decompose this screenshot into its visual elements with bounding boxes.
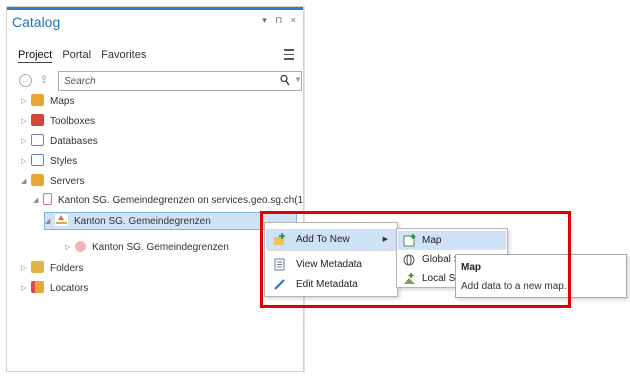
tab-portal[interactable]: Portal	[62, 49, 91, 61]
tree-item-label: Locators	[50, 283, 89, 294]
database-icon	[31, 134, 44, 146]
search-icon[interactable]	[280, 74, 290, 87]
expand-icon[interactable]: ▷	[21, 280, 31, 298]
expand-icon[interactable]: ▷	[21, 153, 31, 171]
expand-icon[interactable]: ▷	[21, 133, 31, 151]
service-connection-icon	[43, 193, 52, 205]
tree-item-label: Folders	[50, 263, 84, 274]
collapse-icon[interactable]: ◢	[45, 213, 55, 231]
expand-icon[interactable]: ▷	[21, 260, 31, 278]
tree-item-folders[interactable]: ▷ Folders	[21, 260, 83, 278]
catalog-tabs: Project Portal Favorites	[18, 49, 153, 63]
tree-item-databases[interactable]: ▷ Databases	[21, 133, 98, 151]
pane-title: Catalog	[12, 14, 61, 30]
back-icon[interactable]: ←	[19, 74, 32, 87]
folder-icon	[31, 261, 44, 273]
sublayer-icon	[75, 241, 86, 252]
tree-item-label: Kanton SG. Gemeindegrenzen	[74, 216, 211, 227]
pane-splitter[interactable]	[304, 6, 305, 372]
expand-icon[interactable]: ▷	[21, 113, 31, 131]
styles-icon	[31, 154, 44, 166]
locators-icon	[31, 281, 44, 293]
collapse-icon[interactable]: ◢	[33, 192, 43, 210]
maps-icon	[31, 94, 44, 106]
pane-window-controls[interactable]: ▾ ⊓ ×	[262, 15, 299, 26]
highlight-annotation-box	[260, 211, 571, 308]
tree-item-label: Kanton SG. Gemeindegrenzen	[92, 242, 229, 253]
tree-item-label: Databases	[50, 136, 98, 147]
pane-titlebar: Catalog ▾ ⊓ ×	[7, 7, 303, 32]
tree-item-sublayer[interactable]: ▷ Kanton SG. Gemeindegrenzen	[65, 239, 229, 257]
search-input[interactable]	[64, 74, 264, 88]
tree-item-toolboxes[interactable]: ▷ Toolboxes	[21, 113, 95, 131]
catalog-pane: Catalog ▾ ⊓ × Project Portal Favorites ←…	[6, 6, 304, 372]
up-folder-icon[interactable]: ⇪	[37, 74, 51, 87]
collapse-icon[interactable]: ◢	[21, 173, 31, 191]
tree-item-servers[interactable]: ◢ Servers	[21, 173, 84, 191]
tab-favorites[interactable]: Favorites	[101, 49, 146, 61]
tree-item-label: Toolboxes	[50, 116, 96, 127]
menu-icon[interactable]	[284, 49, 294, 63]
map-service-icon	[55, 214, 68, 226]
tree-item-label: Kanton SG. Gemeindegrenzen on services.g…	[58, 195, 304, 206]
search-dropdown-icon[interactable]: ▼	[294, 75, 302, 84]
expand-icon[interactable]: ▷	[21, 93, 31, 111]
tab-project[interactable]: Project	[18, 49, 53, 63]
toolbox-icon	[31, 114, 44, 126]
servers-icon	[31, 174, 44, 186]
tree-item-label: Servers	[50, 176, 85, 187]
tree-item-label: Maps	[50, 96, 75, 107]
tree-item-styles[interactable]: ▷ Styles	[21, 153, 77, 171]
tree-item-service-connection[interactable]: ◢ Kanton SG. Gemeindegrenzen on services.…	[33, 192, 303, 210]
tree-item-label: Styles	[50, 156, 78, 167]
expand-icon[interactable]: ▷	[65, 239, 75, 257]
search-box: ▼	[58, 71, 302, 91]
tree-item-locators[interactable]: ▷ Locators	[21, 280, 88, 298]
tree-item-maps[interactable]: ▷ Maps	[21, 93, 74, 111]
